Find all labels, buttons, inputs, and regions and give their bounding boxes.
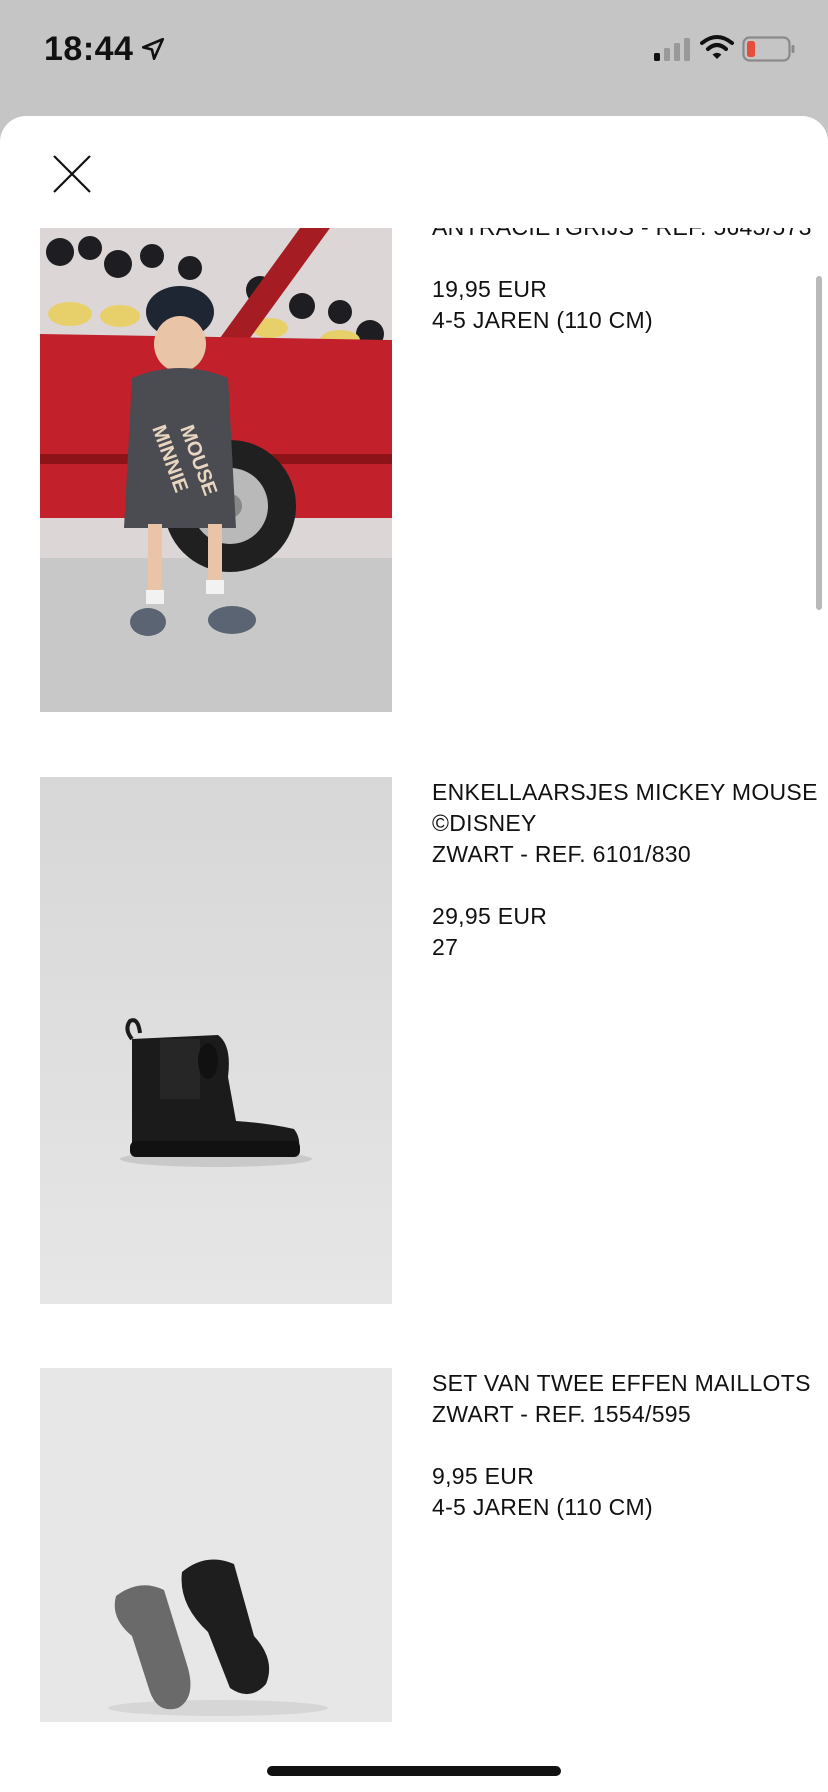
product-name-line-1: SET VAN TWEE EFFEN MAILLOTS [432,1370,811,1396]
black-ankle-boot-photo [40,777,392,1304]
product-info: ENKELLAARSJES MICKEY MOUSE ©DISNEY ZWART… [432,777,818,963]
product-ref: ANTRACIETGRIJS - REF. 5643/573 [432,228,812,243]
child-minnie-sweatshirt-photo: MINNIE MOUSE [40,228,392,712]
scrollbar[interactable] [816,276,822,610]
product-info: SET VAN TWEE EFFEN MAILLOTS ZWART - REF.… [432,1368,812,1523]
product-price: 29,95 EUR [432,903,548,929]
wifi-icon [700,35,734,59]
product-name-line-2: ©DISNEY [432,810,537,836]
product-ref: ZWART - REF. 1554/595 [432,1401,691,1427]
product-price: 9,95 EUR [432,1463,535,1489]
product-size: 27 [432,934,459,960]
product-info: ANTRACIETGRIJS - REF. 5643/573 19,95 EUR… [432,228,812,336]
product-image[interactable]: MINNIE MOUSE [40,228,392,712]
status-bar: 18:44 [0,0,828,110]
battery-low-icon [742,36,795,62]
product-image[interactable] [40,1368,392,1722]
location-arrow-icon [141,37,165,61]
two-tights-photo [40,1368,392,1722]
product-image[interactable] [40,777,392,1304]
home-indicator[interactable] [267,1766,561,1776]
product-list[interactable]: MINNIE MOUSE ANTRACIETGRIJS - REF. 5643/… [0,228,828,1792]
status-time: 18:44 [44,30,134,68]
order-items-sheet: MINNIE MOUSE ANTRACIETGRIJS - REF. 5643/… [0,116,828,1792]
product-size: 4-5 JAREN (110 CM) [432,307,653,333]
product-price: 19,95 EUR [432,276,548,302]
close-icon[interactable] [50,152,94,196]
product-name-line-1: ENKELLAARSJES MICKEY MOUSE [432,779,818,805]
product-size: 4-5 JAREN (110 CM) [432,1494,653,1520]
signal-icon [654,38,690,61]
product-ref: ZWART - REF. 6101/830 [432,841,691,867]
